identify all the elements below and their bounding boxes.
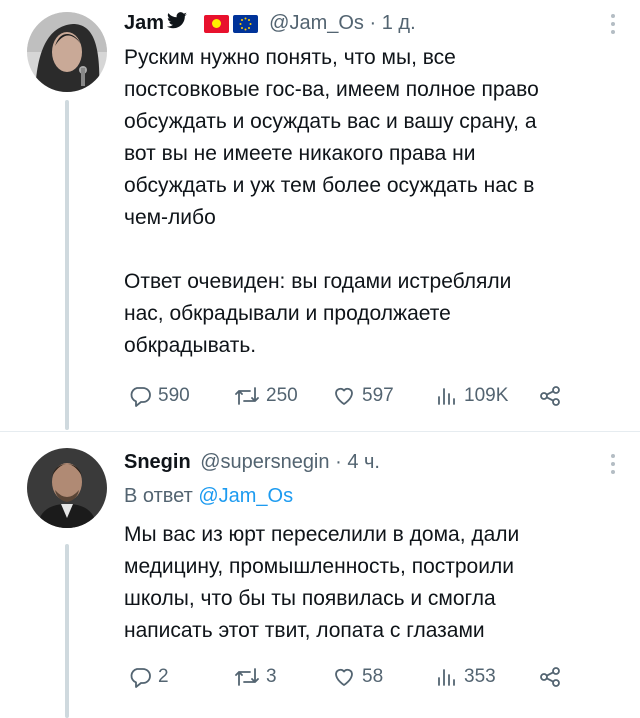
share-button[interactable] xyxy=(538,665,562,689)
like-count: 597 xyxy=(362,385,394,406)
reply-prefix: В ответ xyxy=(124,485,193,507)
reply-count: 2 xyxy=(158,666,169,687)
more-icon[interactable] xyxy=(610,454,616,478)
handle[interactable]: @supersnegin xyxy=(200,451,329,473)
tweet-text-paragraph: Мы вас из юрт переселили в дома, дали ме… xyxy=(124,523,520,642)
separator: · xyxy=(335,451,342,473)
reply-icon xyxy=(130,668,151,688)
retweet-button[interactable]: 250 xyxy=(234,384,298,408)
tweet-snegin[interactable]: Snegin @supersnegin · 4 ч. В ответ @Jam_… xyxy=(0,432,640,718)
tweet-jam[interactable]: Jam @Jam_Os · 1 д. Руским нужно понять, … xyxy=(0,0,640,432)
reply-handle-link[interactable]: @Jam_Os xyxy=(198,485,293,507)
eu-flag-icon xyxy=(232,14,258,33)
like-button[interactable]: 58 xyxy=(332,665,383,689)
tweet-text-paragraph: Руским нужно понять, что мы, все постсов… xyxy=(124,46,539,229)
thread-line xyxy=(65,544,69,718)
views-button[interactable]: 353 xyxy=(436,665,496,689)
timestamp[interactable]: 1 д. xyxy=(382,12,416,34)
avatar-photo xyxy=(27,448,107,528)
reply-button[interactable]: 590 xyxy=(128,384,190,408)
like-count: 58 xyxy=(362,666,384,687)
tweet-text-paragraph: Ответ очевиден: вы годами истребляли нас… xyxy=(124,270,512,357)
retweet-button[interactable]: 3 xyxy=(234,665,277,689)
retweet-icon xyxy=(235,668,259,686)
share-icon xyxy=(540,667,560,687)
views-icon xyxy=(438,388,455,405)
reply-context: В ответ @Jam_Os xyxy=(124,483,293,509)
reply-icon xyxy=(130,387,151,407)
tweet-header: Jam @Jam_Os · 1 д. xyxy=(124,10,416,37)
retweet-count: 3 xyxy=(266,666,277,687)
like-button[interactable]: 597 xyxy=(332,384,394,408)
views-count: 353 xyxy=(464,666,496,687)
retweet-count: 250 xyxy=(266,385,298,406)
handle[interactable]: @Jam_Os xyxy=(269,12,364,34)
thread-line xyxy=(65,100,69,430)
action-bar: 590 250 597 109K xyxy=(124,384,584,414)
separator: · xyxy=(369,12,377,34)
avatar-photo xyxy=(27,12,107,92)
more-icon[interactable] xyxy=(610,14,616,38)
action-bar: 2 3 58 353 xyxy=(124,665,584,695)
display-name[interactable]: Snegin xyxy=(124,451,191,473)
tweet-text: Мы вас из юрт переселили в дома, дали ме… xyxy=(124,519,594,647)
views-button[interactable]: 109K xyxy=(436,384,508,408)
views-count: 109K xyxy=(464,385,509,406)
retweet-icon xyxy=(235,387,259,405)
reply-button[interactable]: 2 xyxy=(128,665,169,689)
views-icon xyxy=(438,669,455,686)
share-button[interactable] xyxy=(538,384,562,408)
reply-count: 590 xyxy=(158,385,190,406)
like-icon xyxy=(335,668,353,686)
tweet-text: Руским нужно понять, что мы, все постсов… xyxy=(124,42,594,362)
share-icon xyxy=(540,386,560,406)
like-icon xyxy=(335,387,353,405)
display-name[interactable]: Jam xyxy=(124,12,164,34)
bird-icon xyxy=(166,11,188,37)
kyrgyz-flag-icon xyxy=(203,14,229,33)
tweet-header: Snegin @supersnegin · 4 ч. xyxy=(124,449,380,475)
avatar[interactable] xyxy=(27,12,107,92)
avatar[interactable] xyxy=(27,448,107,528)
timestamp[interactable]: 4 ч. xyxy=(347,451,380,473)
